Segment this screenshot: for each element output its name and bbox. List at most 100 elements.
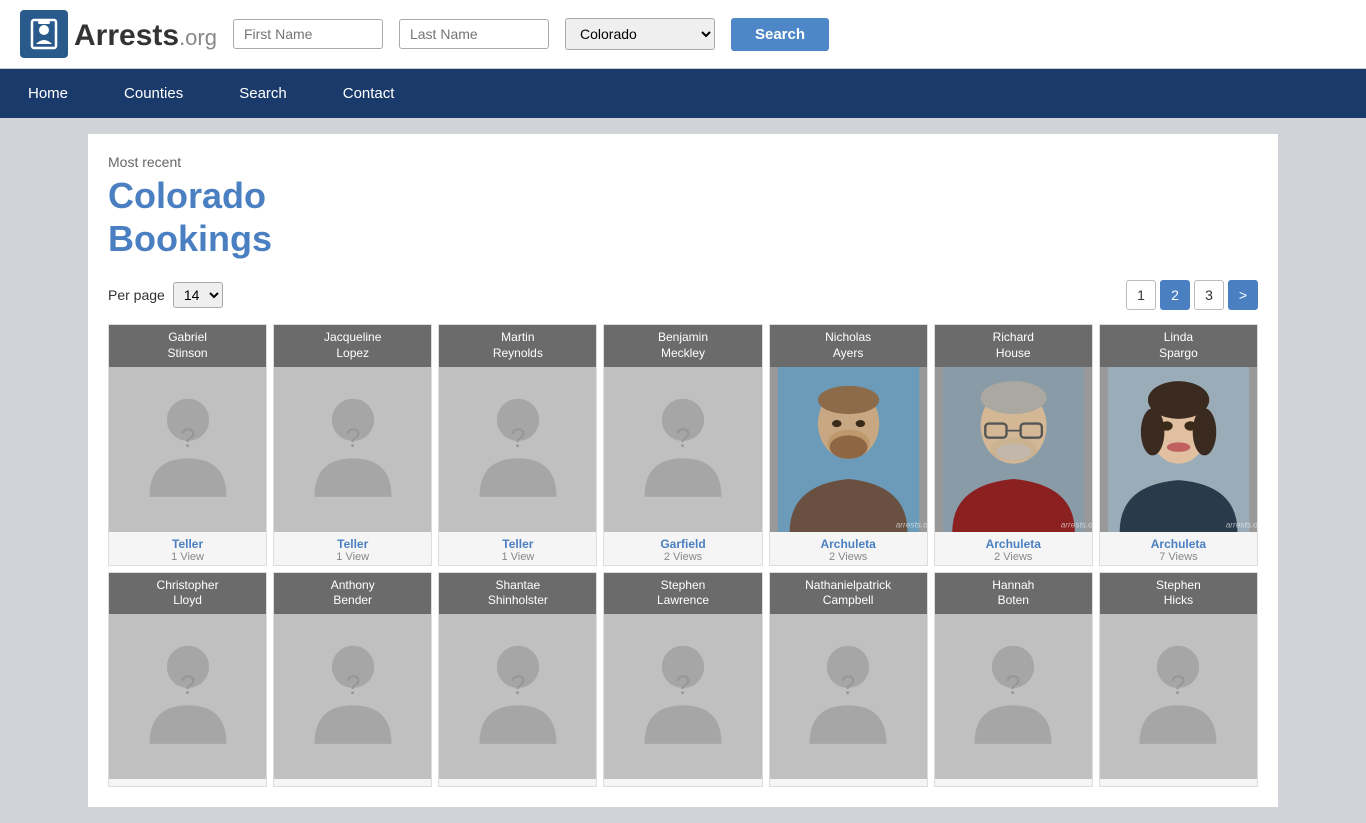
controls-row: Per page 7 14 21 28 1 2 3 > (108, 280, 1258, 310)
svg-text:?: ? (841, 670, 856, 700)
card-name: NathanielpatrickCampbell (770, 573, 927, 614)
booking-card-martin-reynolds[interactable]: MartinReynolds ? Teller 1 View (438, 324, 597, 565)
card-views: 1 View (113, 551, 262, 563)
svg-text:arrests.org: arrests.org (1060, 520, 1091, 529)
card-views: 1 View (278, 551, 427, 563)
next-page-button[interactable]: > (1228, 280, 1258, 310)
card-photo: ? (604, 367, 761, 532)
svg-text:?: ? (676, 423, 691, 453)
last-name-input[interactable] (399, 19, 549, 49)
booking-card-jacqueline-lopez[interactable]: JacquelineLopez ? Teller 1 View (273, 324, 432, 565)
nav-search[interactable]: Search (211, 69, 315, 118)
page-title: ColoradoBookings (108, 174, 1258, 260)
nav-home[interactable]: Home (0, 69, 96, 118)
card-name: LindaSpargo (1100, 325, 1257, 366)
page-3[interactable]: 3 (1194, 280, 1224, 310)
booking-card-anthony-bender[interactable]: AnthonyBender ? (273, 572, 432, 787)
card-footer (439, 779, 596, 786)
card-photo: ? (604, 614, 761, 779)
card-photo: ? (274, 367, 431, 532)
svg-text:arrests.org: arrests.org (1226, 520, 1257, 529)
card-county: Archuleta (939, 537, 1088, 551)
subheading: Most recent (108, 154, 1258, 170)
booking-card-benjamin-meckley[interactable]: BenjaminMeckley ? Garfield 2 Views (603, 324, 762, 565)
pagination: 1 2 3 > (1126, 280, 1258, 310)
booking-card-linda-spargo[interactable]: LindaSpargo arrests. (1099, 324, 1258, 565)
card-name: JacquelineLopez (274, 325, 431, 366)
card-photo: arrests.org (770, 367, 927, 532)
nav-contact[interactable]: Contact (315, 69, 423, 118)
card-photo: ? (1100, 614, 1257, 779)
card-footer: Archuleta 2 Views (935, 532, 1092, 565)
booking-grid: GabrielStinson ? Teller 1 View Jacquelin… (108, 324, 1258, 786)
booking-card-stephen-hicks[interactable]: StephenHicks ? (1099, 572, 1258, 787)
card-county: Teller (113, 537, 262, 551)
card-county: Archuleta (774, 537, 923, 551)
card-county: Garfield (608, 537, 757, 551)
card-views: 2 Views (939, 551, 1088, 563)
card-name: NicholasAyers (770, 325, 927, 366)
svg-text:?: ? (510, 423, 525, 453)
svg-text:?: ? (180, 670, 195, 700)
site-header: Arrests.org Colorado Alabama Alaska Ariz… (0, 0, 1366, 69)
booking-card-hannah-boten[interactable]: HannahBoten ? (934, 572, 1093, 787)
svg-text:arrests.org: arrests.org (895, 520, 926, 529)
main-nav: Home Counties Search Contact (0, 69, 1366, 118)
per-page-label: Per page (108, 287, 165, 303)
card-photo: ? (439, 614, 596, 779)
per-page-select[interactable]: 7 14 21 28 (173, 282, 223, 308)
card-county: Archuleta (1104, 537, 1253, 551)
card-footer: Archuleta 2 Views (770, 532, 927, 565)
booking-card-stephen-lawrence[interactable]: StephenLawrence ? (603, 572, 762, 787)
logo[interactable]: Arrests.org (20, 10, 217, 58)
card-county: Teller (443, 537, 592, 551)
booking-card-gabriel-stinson[interactable]: GabrielStinson ? Teller 1 View (108, 324, 267, 565)
booking-card-shantae-shinholster[interactable]: ShantaeShinholster ? (438, 572, 597, 787)
card-footer: Teller 1 View (439, 532, 596, 565)
card-photo: ? (109, 367, 266, 532)
header-search-button[interactable]: Search (731, 18, 829, 51)
card-name: BenjaminMeckley (604, 325, 761, 366)
card-footer: Archuleta 7 Views (1100, 532, 1257, 565)
svg-text:?: ? (345, 423, 360, 453)
card-name: ChristopherLloyd (109, 573, 266, 614)
page-2[interactable]: 2 (1160, 280, 1190, 310)
card-photo: ? (274, 614, 431, 779)
card-footer: Teller 1 View (274, 532, 431, 565)
booking-card-nathanielpatrick-campbell[interactable]: NathanielpatrickCampbell ? (769, 572, 928, 787)
card-name: HannahBoten (935, 573, 1092, 614)
booking-card-nicholas-ayers[interactable]: NicholasAyers (769, 324, 928, 565)
nav-counties[interactable]: Counties (96, 69, 211, 118)
card-views: 7 Views (1104, 551, 1253, 563)
card-footer (109, 779, 266, 786)
card-photo: ? (439, 367, 596, 532)
booking-card-richard-house[interactable]: RichardHouse arrests (934, 324, 1093, 565)
card-views: 2 Views (774, 551, 923, 563)
booking-card-christopher-lloyd[interactable]: ChristopherLloyd ? (108, 572, 267, 787)
card-name: GabrielStinson (109, 325, 266, 366)
page-1[interactable]: 1 (1126, 280, 1156, 310)
svg-text:?: ? (1006, 670, 1021, 700)
main-content: Most recent ColoradoBookings Per page 7 … (88, 134, 1278, 807)
state-select[interactable]: Colorado Alabama Alaska Arizona Californ… (565, 18, 715, 50)
per-page-area: Per page 7 14 21 28 (108, 282, 223, 308)
svg-text:?: ? (676, 670, 691, 700)
first-name-input[interactable] (233, 19, 383, 49)
card-views: 1 View (443, 551, 592, 563)
card-photo: arrests.org (935, 367, 1092, 532)
card-footer (274, 779, 431, 786)
logo-text: Arrests.org (74, 16, 217, 53)
card-footer (935, 779, 1092, 786)
svg-text:?: ? (510, 670, 525, 700)
card-footer: Garfield 2 Views (604, 532, 761, 565)
card-name: StephenHicks (1100, 573, 1257, 614)
svg-text:?: ? (1171, 670, 1186, 700)
svg-text:?: ? (345, 670, 360, 700)
card-footer: Teller 1 View (109, 532, 266, 565)
card-name: AnthonyBender (274, 573, 431, 614)
card-name: MartinReynolds (439, 325, 596, 366)
card-photo: ? (770, 614, 927, 779)
card-name: ShantaeShinholster (439, 573, 596, 614)
card-footer (604, 779, 761, 786)
card-footer (770, 779, 927, 786)
